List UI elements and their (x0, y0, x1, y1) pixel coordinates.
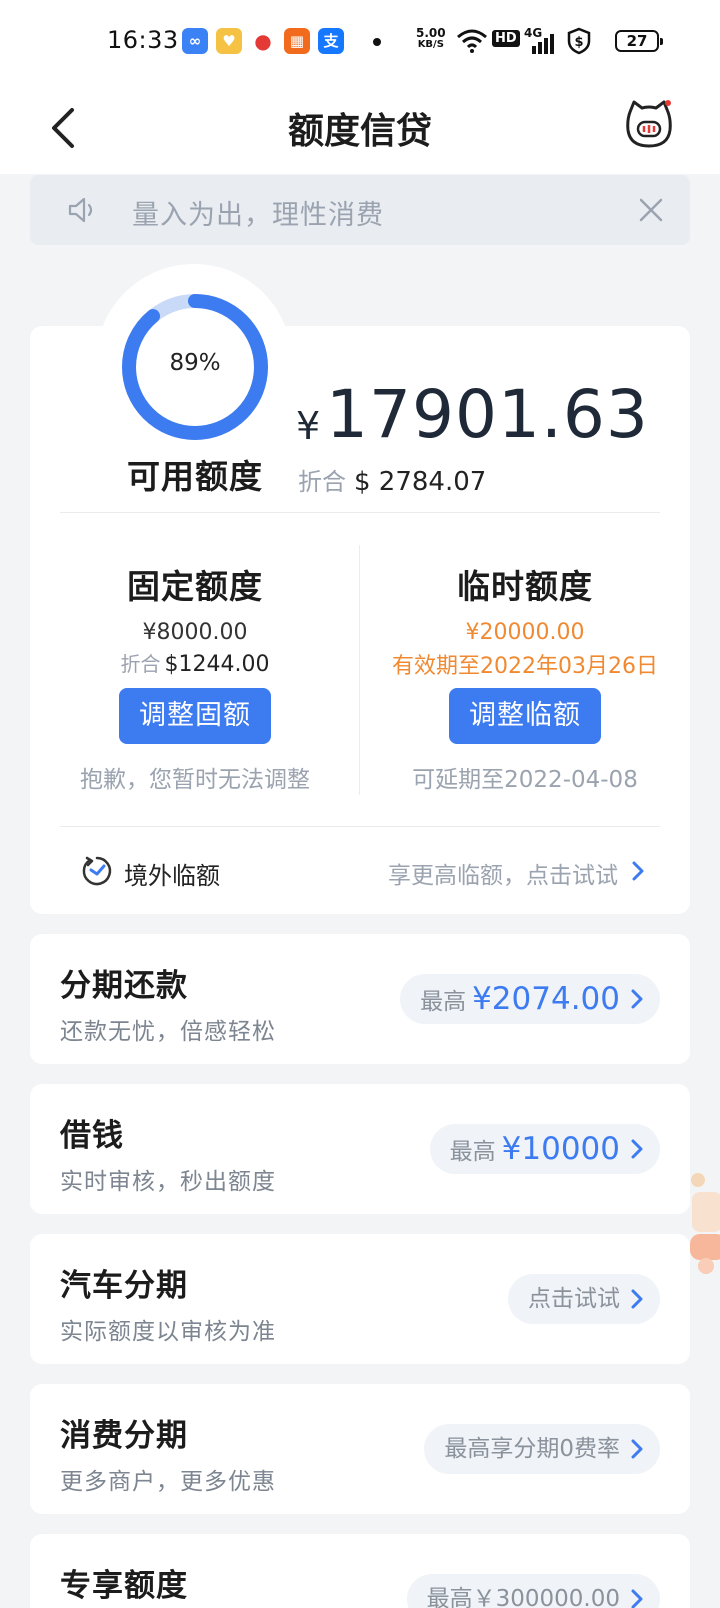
product-pill[interactable]: 最高 ¥10000 (429, 1124, 660, 1174)
signal-bars-icon (532, 34, 554, 54)
close-icon[interactable] (636, 195, 666, 225)
usage-percent: 89% (169, 350, 221, 376)
fixed-converted-prefix: 折合 (120, 652, 161, 676)
overseas-quota-label: 境外临额 (124, 862, 220, 890)
page-title: 额度信贷 (287, 111, 432, 152)
battery-indicator: 27 (615, 30, 663, 52)
infinity-app-icon: ∞ (182, 28, 208, 54)
status-time: 16:33 (107, 26, 179, 54)
product-card-consumer-installment[interactable]: 消费分期 更多商户，更多优惠 最高享分期0费率 (30, 1384, 690, 1514)
product-title: 分期还款 (60, 968, 188, 1004)
chevron-right-icon (631, 1289, 643, 1309)
heart-app-icon: ♥ (216, 28, 242, 54)
notice-text: 量入为出，理性消费 (132, 200, 384, 231)
nav-bar: 额度信贷 (0, 84, 720, 174)
network-speed: 5.00 KB/S (416, 27, 446, 51)
floating-gift-icon[interactable] (688, 1170, 720, 1280)
svg-text:$: $ (574, 35, 583, 50)
product-card-installment-repay[interactable]: 分期还款 还款无忧，倍感轻松 最高 ¥2074.00 (30, 934, 690, 1064)
product-card-exclusive-quota[interactable]: 专享额度 最高￥300000.00 (30, 1534, 690, 1608)
product-title: 专享额度 (60, 1568, 188, 1604)
alipay-app-icon: 支 (318, 28, 344, 54)
pill-text: 最高享分期0费率 (444, 1436, 620, 1462)
product-pill[interactable]: 最高 ¥2074.00 (400, 974, 660, 1024)
notification-dot-icon (373, 38, 381, 46)
temp-quota-note: 可延期至2022-04-08 (412, 767, 638, 793)
pill-prefix: 最高 (449, 1139, 496, 1165)
temp-quota-title: 临时额度 (457, 567, 593, 606)
pill-text: 点击试试 (528, 1286, 620, 1312)
product-subtitle: 还款无忧，倍感轻松 (60, 1019, 276, 1045)
shield-icon: $ (567, 27, 591, 55)
converted-amount-row: 折合 $ 2784.07 (298, 462, 486, 497)
adjust-fixed-button[interactable]: 调整固额 (119, 688, 271, 744)
adjust-temp-button[interactable]: 调整临额 (449, 688, 601, 744)
chevron-right-icon (631, 989, 643, 1009)
speaker-icon (68, 197, 93, 223)
product-title: 汽车分期 (60, 1268, 188, 1304)
divider (60, 826, 660, 827)
overseas-quota-hint: 享更高临额，点击试试 (388, 863, 618, 889)
hd-icon: HD (492, 30, 520, 47)
fixed-quota-section: 固定额度 ¥8000.00 折合 $1244.00 调整固额 抱歉，您暂时无法调整 (45, 560, 345, 794)
pill-text: 最高￥300000.00 (426, 1586, 620, 1608)
product-pill[interactable]: 点击试试 (508, 1274, 660, 1324)
fixed-quota-note: 抱歉，您暂时无法调整 (80, 767, 310, 793)
status-bar: 16:33 ∞ ♥ ● ▦ 支 5.00 KB/S HD 4G $ 27 (0, 0, 720, 84)
fixed-quota-converted: 折合 $1244.00 (45, 648, 345, 677)
map-pin-app-icon: ● (250, 28, 276, 54)
divider (359, 545, 360, 795)
chevron-right-icon (631, 1589, 643, 1608)
mascot-icon[interactable] (624, 98, 674, 150)
currency-symbol: ¥ (296, 404, 321, 448)
divider (60, 512, 660, 513)
pill-amount: ¥10000 (501, 1131, 620, 1167)
product-pill[interactable]: 最高享分期0费率 (424, 1424, 660, 1474)
available-label: 可用额度 (127, 457, 263, 496)
temp-quota-amount: ¥20000.00 (465, 620, 585, 645)
converted-amount: $ 2784.07 (354, 467, 487, 497)
available-amount: 17901.63 (326, 376, 649, 453)
pill-amount: ¥2074.00 (472, 981, 620, 1017)
chevron-right-icon (631, 1139, 643, 1159)
fixed-converted-amount: $1244.00 (164, 652, 270, 677)
temp-quota-section: 临时额度 ¥20000.00 有效期至2022年03月26日 调整临额 可延期至… (375, 560, 675, 794)
product-subtitle: 实际额度以审核为准 (60, 1319, 276, 1345)
product-title: 消费分期 (60, 1418, 188, 1454)
product-card-car-installment[interactable]: 汽车分期 实际额度以审核为准 点击试试 (30, 1234, 690, 1364)
wifi-icon (457, 29, 487, 53)
notice-bar: 量入为出，理性消费 (30, 175, 690, 245)
chevron-right-icon (631, 1439, 643, 1459)
temp-quota-validity: 有效期至2022年03月26日 (392, 654, 658, 679)
shop-app-icon: ▦ (284, 28, 310, 54)
fixed-quota-title: 固定额度 (127, 567, 263, 606)
fixed-quota-amount: ¥8000.00 (142, 620, 248, 645)
product-subtitle: 更多商户，更多优惠 (60, 1469, 276, 1495)
chevron-right-icon (632, 861, 644, 881)
overseas-quota-row[interactable]: 境外临额 享更高临额，点击试试 (60, 840, 660, 900)
converted-prefix: 折合 (298, 468, 346, 496)
product-title: 借钱 (60, 1118, 124, 1154)
pill-prefix: 最高 (420, 989, 467, 1015)
timer-icon (82, 856, 112, 886)
product-pill[interactable]: 最高￥300000.00 (406, 1574, 660, 1608)
product-subtitle: 实时审核，秒出额度 (60, 1169, 276, 1195)
product-card-borrow[interactable]: 借钱 实时审核，秒出额度 最高 ¥10000 (30, 1084, 690, 1214)
network-speed-unit: KB/S (417, 39, 444, 50)
network-speed-value: 5.00 (416, 26, 446, 40)
